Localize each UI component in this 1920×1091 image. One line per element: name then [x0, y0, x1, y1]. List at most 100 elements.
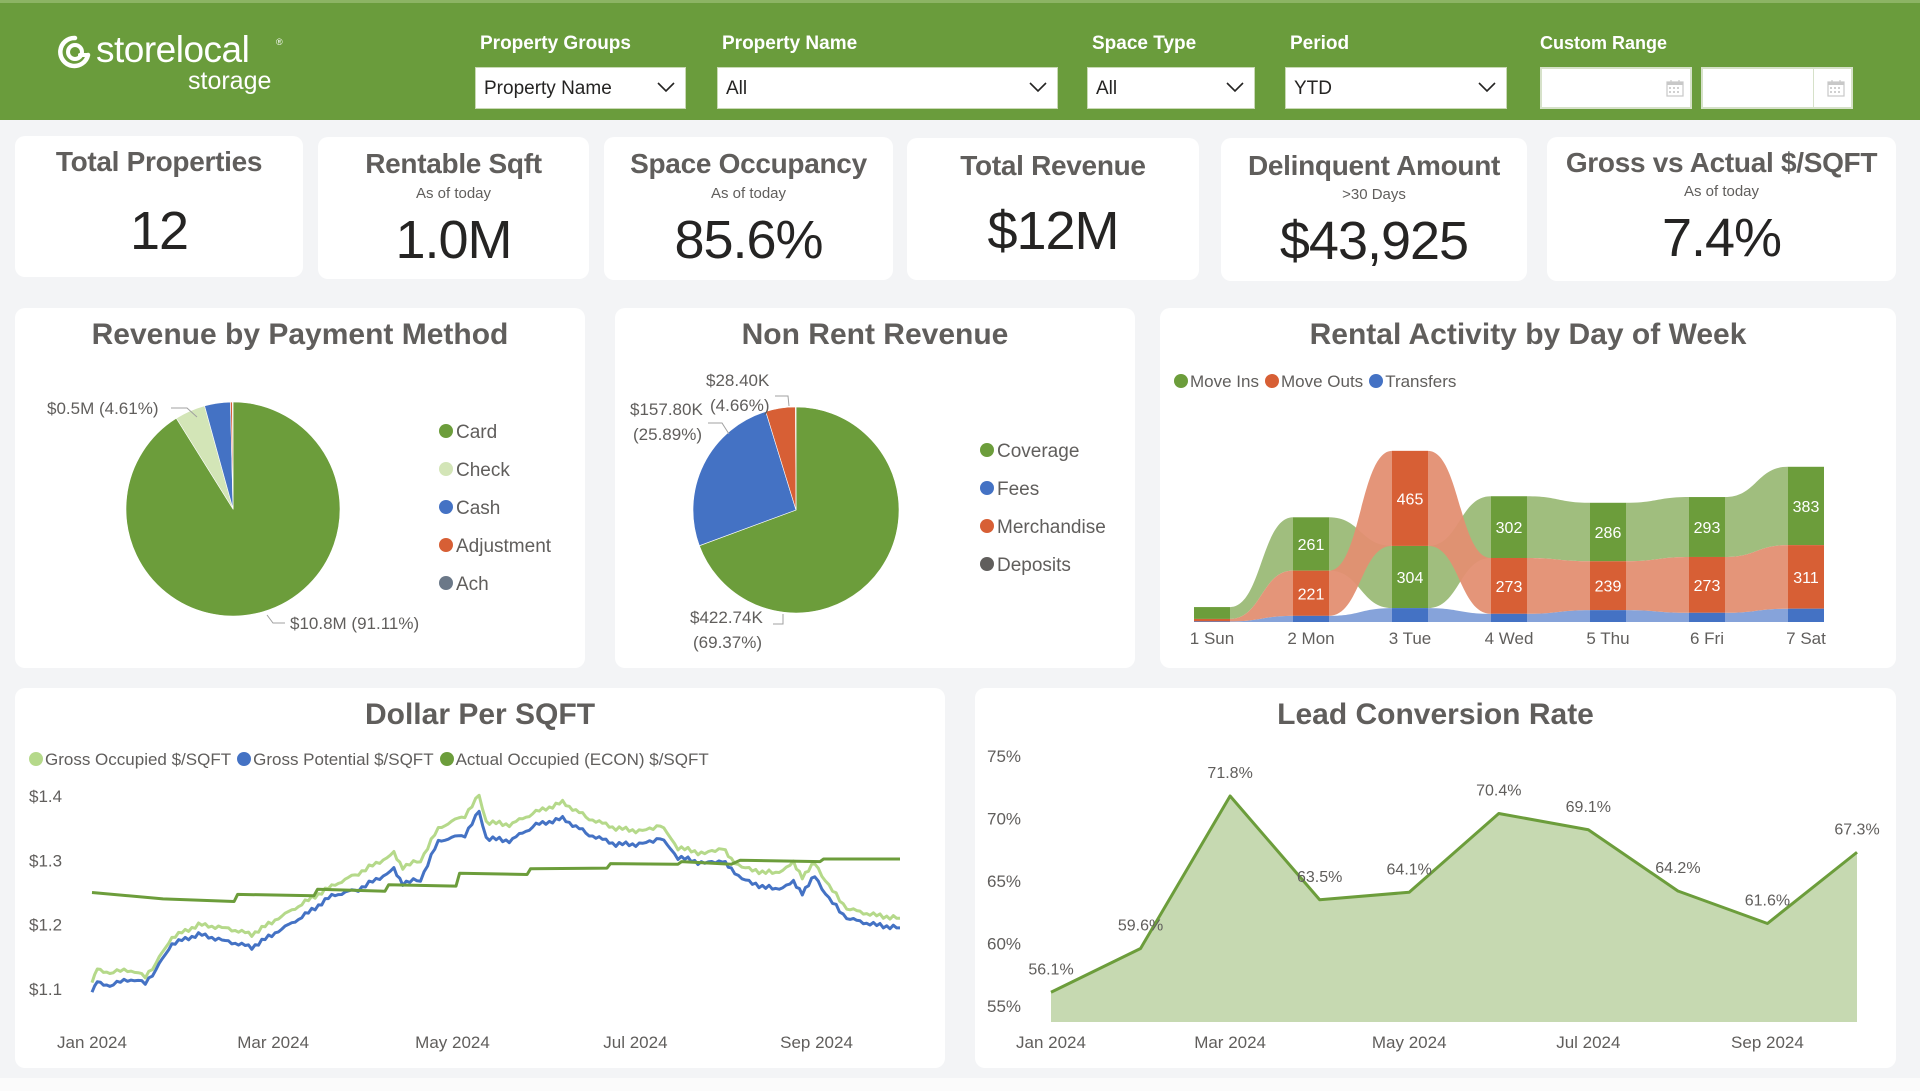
kpi-card-space-occupancy: Space Occupancy As of today 85.6% — [604, 137, 893, 280]
filter-label: Property Name — [722, 33, 858, 54]
logo-registered-mark: ® — [276, 37, 283, 47]
custom-range-start-input[interactable] — [1540, 67, 1692, 109]
leader-line — [775, 395, 790, 407]
property-groups-dropdown[interactable]: Property Name — [475, 67, 686, 109]
legend-item-fees[interactable]: Fees — [980, 479, 1039, 501]
data-label: 302 — [1496, 520, 1523, 537]
calendar-icon[interactable] — [1666, 79, 1684, 97]
ribbon-move-ins — [1527, 496, 1590, 562]
legend-label: Deposits — [997, 555, 1071, 576]
legend-dot-icon — [439, 424, 453, 439]
ribbon-move-outs — [1626, 556, 1689, 613]
x-tick-label: Jan 2024 — [1016, 1033, 1086, 1052]
data-label: 311 — [1793, 570, 1819, 587]
filter-period: Period YTD — [1285, 33, 1507, 109]
x-tick-label: Sep 2024 — [1731, 1033, 1804, 1052]
x-tick-label: Jan 2024 — [57, 1033, 127, 1052]
filter-property-groups: Property Groups Property Name — [475, 33, 686, 109]
data-label: 273 — [1694, 578, 1721, 595]
data-label: 63.5% — [1297, 869, 1342, 886]
bar-transfers[interactable] — [1491, 613, 1527, 622]
chevron-down-icon — [657, 82, 675, 93]
panel-rental-activity: Rental Activity by Day of Week Move Ins M… — [1160, 308, 1896, 668]
header-bar: storelocal ® storage Property Groups Pro… — [0, 0, 1920, 120]
y-tick-label: 55% — [987, 997, 1021, 1016]
legend-item-check[interactable]: Check — [439, 460, 510, 482]
kpi-subtitle: >30 Days — [1342, 186, 1406, 203]
data-label: 465 — [1397, 491, 1424, 508]
payment-pie-chart: $0.5M (4.61%) $10.8M (91.11%) — [47, 399, 419, 633]
bar-transfers[interactable] — [1293, 615, 1329, 622]
legend-label: Card — [456, 422, 498, 443]
legend-label: Cash — [456, 498, 501, 519]
legend-item-card[interactable]: Card — [439, 422, 497, 444]
legend-label: Adjustment — [456, 536, 552, 557]
data-label: 64.2% — [1655, 860, 1700, 877]
panel-lead-conversion-rate: Lead Conversion Rate 55% 60% 65% 70% 75% 56.1… — [975, 688, 1896, 1068]
x-tick-label: May 2024 — [1372, 1033, 1447, 1052]
legend-item-merchandise[interactable]: Merchandise — [980, 517, 1106, 539]
data-label: 71.8% — [1207, 765, 1252, 782]
bar-transfers[interactable] — [1392, 608, 1428, 622]
data-label-fees-percent: (25.89%) — [633, 425, 702, 444]
bar-transfers[interactable] — [1590, 610, 1626, 622]
dropdown-value: YTD — [1294, 78, 1332, 99]
data-label: 221 — [1298, 586, 1325, 603]
kpi-subtitle: As of today — [1683, 183, 1760, 200]
bar-move-ins[interactable] — [1194, 607, 1230, 619]
kpi-value: $12M — [987, 201, 1119, 261]
kpi-subtitle: As of today — [415, 185, 492, 202]
x-tick-label: 3 Tue — [1389, 629, 1432, 648]
period-dropdown[interactable]: YTD — [1285, 67, 1507, 109]
non-rent-pie-chart: $28.40K (4.66%) $157.80K (25.89%) $422.74K (6… — [630, 371, 900, 652]
leader-line — [708, 422, 730, 435]
y-tick-label: 75% — [987, 747, 1021, 766]
legend-dot-icon — [439, 462, 453, 477]
area-fill — [1051, 796, 1857, 1022]
y-tick-label: 70% — [987, 810, 1021, 829]
bar-transfers[interactable] — [1194, 621, 1230, 622]
legend-item-adjustment[interactable]: Adjustment — [439, 536, 551, 558]
legend-item-cash[interactable]: Cash — [439, 498, 500, 520]
bar-transfers[interactable] — [1788, 608, 1824, 622]
kpi-title: Total Revenue — [960, 150, 1146, 181]
panel-revenue-by-payment-method: Revenue by Payment Method $0.5M (4.61%) $… — [15, 308, 585, 668]
data-label: 293 — [1694, 520, 1721, 537]
kpi-card-gross-vs-actual: Gross vs Actual $/SQFT As of today 7.4% — [1547, 137, 1896, 281]
legend-item-ach[interactable]: Ach — [439, 574, 489, 596]
kpi-title: Delinquent Amount — [1247, 150, 1501, 181]
data-label: 304 — [1397, 570, 1424, 587]
x-tick-label: 2 Mon — [1287, 629, 1334, 648]
dropdown-value: All — [726, 78, 748, 99]
bar-transfers[interactable] — [1689, 612, 1725, 622]
kpi-value: 85.6% — [674, 210, 823, 270]
kpi-title: Space Occupancy — [630, 148, 867, 179]
lead-conversion-area-chart: 55% 60% 65% 70% 75% 56.1% 59.6% 71.8% 63.5% 64.1%… — [987, 747, 1880, 1052]
legend-label: Merchandise — [997, 517, 1106, 538]
calendar-icon[interactable] — [1827, 79, 1845, 97]
legend-label: Ach — [456, 574, 489, 595]
y-tick-label: 60% — [987, 935, 1021, 954]
property-name-dropdown[interactable]: All — [717, 67, 1058, 109]
line-actual-occupied-econ-sqft[interactable] — [91, 857, 900, 903]
leader-line — [773, 614, 784, 625]
filter-label: Period — [1290, 33, 1350, 54]
space-type-dropdown[interactable]: All — [1087, 67, 1255, 109]
data-label: 70.4% — [1476, 783, 1521, 800]
legend-item-coverage[interactable]: Coverage — [980, 441, 1079, 463]
legend-dot-icon — [980, 519, 994, 534]
custom-range-end-input[interactable] — [1701, 67, 1853, 109]
filter-label: Space Type — [1092, 33, 1197, 54]
kpi-card-rentable-sqft: Rentable Sqft As of today 1.0M — [318, 137, 589, 279]
y-tick-label: 65% — [987, 872, 1021, 891]
data-label: 286 — [1595, 525, 1622, 542]
page-bottom-strip — [0, 1078, 1920, 1091]
data-label: 383 — [1793, 499, 1820, 516]
legend-dot-icon — [980, 557, 994, 572]
kpi-value: $43,925 — [1279, 211, 1469, 271]
bar-move-outs[interactable] — [1194, 618, 1230, 622]
kpi-title: Total Properties — [55, 146, 263, 177]
x-tick-label: 4 Wed — [1485, 629, 1534, 648]
data-label-fees-value: $157.80K — [630, 400, 703, 419]
legend-item-deposits[interactable]: Deposits — [980, 555, 1071, 577]
